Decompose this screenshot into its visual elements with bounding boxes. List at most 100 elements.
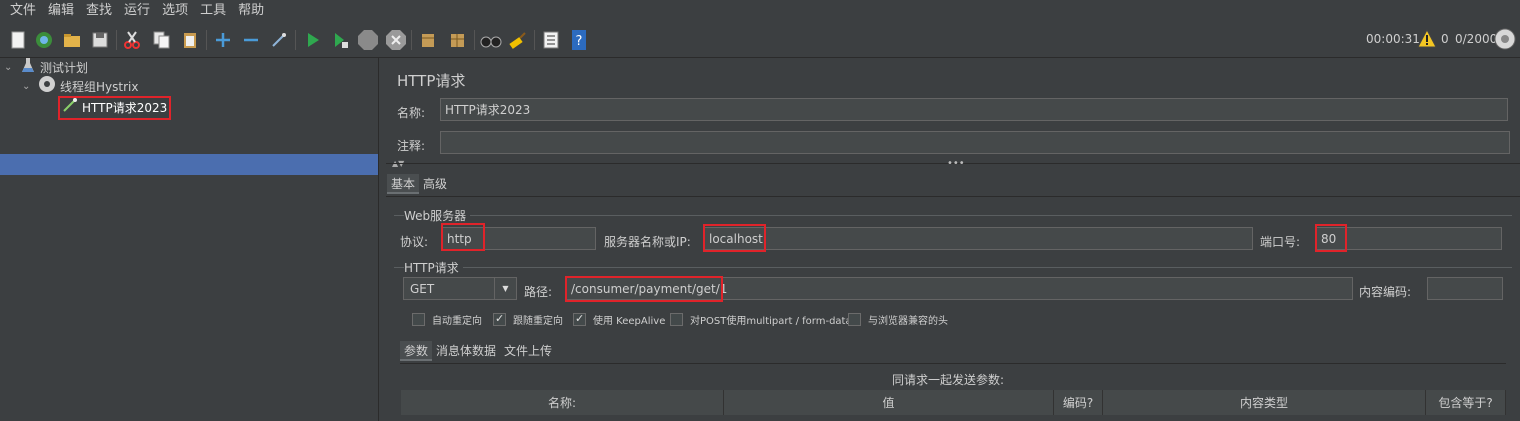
toggle-icon[interactable] bbox=[267, 28, 291, 52]
selected-row-highlight bbox=[0, 154, 378, 175]
menu-run[interactable]: 运行 bbox=[118, 0, 156, 22]
encoding-label: 内容编码: bbox=[1359, 285, 1412, 299]
browser-headers-label: 与浏览器兼容的头 bbox=[868, 316, 948, 327]
copy-icon[interactable] bbox=[150, 28, 174, 52]
svg-text:?: ? bbox=[576, 34, 583, 49]
function-helper-icon[interactable] bbox=[539, 28, 563, 52]
main-tabs: 基本 高级 bbox=[387, 174, 451, 194]
tab-parameters[interactable]: 参数 bbox=[400, 341, 433, 361]
clear-all-icon[interactable] bbox=[446, 28, 470, 52]
sub-tab-divider bbox=[400, 363, 1506, 364]
save-icon[interactable] bbox=[88, 28, 112, 52]
menu-options[interactable]: 选项 bbox=[156, 0, 194, 22]
sub-tabs: 参数 消息体数据 文件上传 bbox=[400, 341, 556, 361]
menu-edit[interactable]: 编辑 bbox=[42, 0, 80, 22]
path-label: 路径: bbox=[524, 285, 553, 299]
column-header-name[interactable]: 名称: bbox=[401, 390, 724, 415]
tab-basic[interactable]: 基本 bbox=[387, 174, 420, 194]
auto-redirect-checkbox[interactable]: 自动重定向 bbox=[412, 312, 482, 327]
chevron-down-icon[interactable]: ▼ bbox=[494, 278, 516, 299]
web-server-group bbox=[394, 215, 1512, 216]
checkbox-box[interactable] bbox=[670, 313, 683, 326]
search-icon[interactable] bbox=[479, 28, 503, 52]
browser-headers-checkbox[interactable]: 与浏览器兼容的头 bbox=[848, 312, 948, 327]
start-no-pause-icon[interactable] bbox=[328, 28, 352, 52]
elapsed-timer: 00:00:31 bbox=[1366, 32, 1420, 46]
server-label: 服务器名称或IP: bbox=[604, 235, 691, 249]
tab-body-data[interactable]: 消息体数据 bbox=[432, 341, 500, 361]
remote-start-icon[interactable] bbox=[1494, 28, 1516, 53]
column-header-encode[interactable]: 编码? bbox=[1054, 390, 1103, 415]
http-request-panel: HTTP请求 名称: HTTP请求2023 注释: ▲▼ ••• 基本 高级 W… bbox=[386, 58, 1520, 421]
name-field[interactable]: HTTP请求2023 bbox=[440, 98, 1508, 121]
menu-search[interactable]: 查找 bbox=[80, 0, 118, 22]
protocol-label: 协议: bbox=[400, 235, 429, 249]
stop-icon[interactable] bbox=[356, 28, 380, 52]
menu-tools[interactable]: 工具 bbox=[194, 0, 232, 22]
checkbox-box[interactable] bbox=[412, 313, 425, 326]
follow-redirect-label: 跟随重定向 bbox=[513, 316, 563, 327]
page-title: HTTP请求 bbox=[397, 72, 466, 90]
gear-icon bbox=[38, 75, 56, 99]
method-select[interactable]: GET ▼ bbox=[403, 277, 517, 300]
toolbar: ? 00:00:31 0 0/2000 bbox=[0, 22, 1520, 58]
column-header-content-type[interactable]: 内容类型 bbox=[1103, 390, 1426, 415]
http-request-group-label: HTTP请求 bbox=[404, 259, 463, 276]
keepalive-checkbox[interactable]: 使用 KeepAlive bbox=[573, 312, 665, 327]
tab-file-upload[interactable]: 文件上传 bbox=[500, 341, 556, 361]
column-header-value[interactable]: 值 bbox=[724, 390, 1054, 415]
port-highlight bbox=[1315, 224, 1347, 252]
chevron-down-icon[interactable]: ⌄ bbox=[4, 58, 18, 78]
error-count: 0 bbox=[1441, 32, 1449, 46]
web-server-group-label: Web服务器 bbox=[404, 207, 471, 224]
tab-advanced[interactable]: 高级 bbox=[419, 174, 451, 194]
encoding-field[interactable] bbox=[1427, 277, 1503, 300]
shutdown-icon[interactable] bbox=[384, 28, 408, 52]
checkbox-box[interactable] bbox=[848, 313, 861, 326]
flask-icon bbox=[22, 57, 34, 79]
clear-icon[interactable] bbox=[416, 28, 440, 52]
paste-icon[interactable] bbox=[178, 28, 202, 52]
comment-field[interactable] bbox=[440, 131, 1510, 154]
add-icon[interactable] bbox=[211, 28, 235, 52]
warning-icon[interactable] bbox=[1417, 28, 1437, 52]
open-icon[interactable] bbox=[60, 28, 84, 52]
server-highlight bbox=[703, 224, 766, 252]
new-icon[interactable] bbox=[6, 28, 30, 52]
port-label: 端口号: bbox=[1260, 235, 1301, 249]
pipette-icon bbox=[62, 97, 78, 119]
protocol-highlight bbox=[441, 223, 485, 251]
follow-redirect-checkbox[interactable]: 跟随重定向 bbox=[493, 312, 563, 327]
menu-help[interactable]: 帮助 bbox=[232, 0, 270, 22]
menu-bar: 文件 编辑 查找 运行 选项 工具 帮助 bbox=[0, 0, 1520, 22]
split-pane-divider[interactable] bbox=[378, 58, 386, 421]
http-request-group bbox=[394, 267, 1512, 268]
column-header-include-equals[interactable]: 包含等于? bbox=[1426, 390, 1506, 415]
tree-item-http-request[interactable]: HTTP请求2023 bbox=[58, 96, 172, 120]
test-plan-tree: ⌄ 测试计划 ⌄ 线程组Hystrix HTTP请求2023 bbox=[0, 58, 378, 421]
multipart-checkbox[interactable]: 对POST使用multipart / form-data bbox=[670, 312, 852, 327]
templates-icon[interactable] bbox=[32, 28, 56, 52]
tree-label-http-request: HTTP请求2023 bbox=[82, 101, 168, 115]
server-field[interactable]: localhost bbox=[704, 227, 1253, 250]
reset-search-icon[interactable] bbox=[506, 28, 530, 52]
multipart-label: 对POST使用multipart / form-data bbox=[690, 316, 852, 327]
tree-label-thread-group: 线程组Hystrix bbox=[60, 80, 139, 94]
menu-file[interactable]: 文件 bbox=[4, 0, 42, 22]
tree-item-thread-group[interactable]: ⌄ 线程组Hystrix bbox=[22, 75, 139, 99]
checkbox-box[interactable] bbox=[573, 312, 586, 326]
checkbox-box[interactable] bbox=[493, 312, 506, 326]
help-icon[interactable]: ? bbox=[567, 28, 591, 52]
chevron-down-icon[interactable]: ⌄ bbox=[22, 77, 36, 97]
active-threads: 0/2000 bbox=[1455, 32, 1498, 46]
splitter-dots[interactable]: ••• bbox=[947, 158, 965, 169]
params-caption: 同请求一起发送参数: bbox=[892, 373, 1005, 387]
start-icon[interactable] bbox=[300, 28, 324, 52]
remove-icon[interactable] bbox=[239, 28, 263, 52]
auto-redirect-label: 自动重定向 bbox=[432, 316, 482, 327]
cut-icon[interactable] bbox=[120, 28, 144, 52]
name-label: 名称: bbox=[397, 106, 426, 120]
method-value: GET bbox=[410, 281, 435, 296]
path-highlight bbox=[565, 276, 723, 302]
comment-label: 注释: bbox=[397, 139, 426, 153]
